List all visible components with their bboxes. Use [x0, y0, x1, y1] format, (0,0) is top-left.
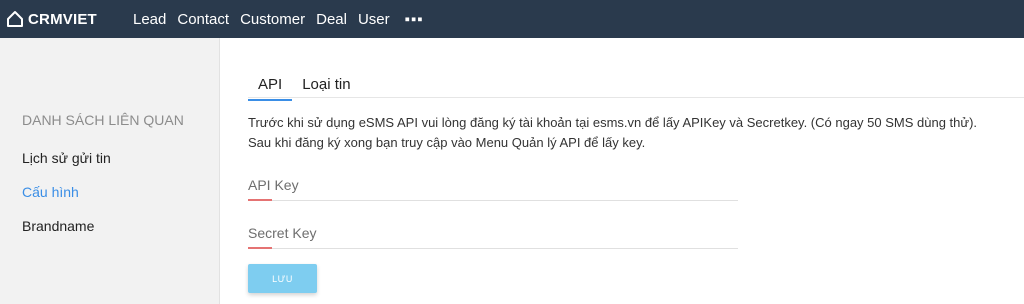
logo[interactable]: CRMVIET	[6, 10, 133, 28]
api-key-underline	[248, 199, 738, 201]
nav-item-lead[interactable]: Lead	[133, 11, 166, 28]
house-icon	[6, 10, 24, 28]
secret-key-field	[248, 223, 738, 249]
secret-key-accent	[248, 247, 272, 249]
tab-divider	[248, 97, 1024, 98]
secret-key-underline	[248, 247, 738, 249]
sidebar-item-brandname[interactable]: Brandname	[22, 218, 94, 234]
nav-item-deal[interactable]: Deal	[316, 11, 347, 28]
secret-key-input[interactable]	[248, 223, 738, 243]
api-key-input[interactable]	[248, 175, 738, 195]
main-nav: Lead Contact Customer Deal User ▪▪▪	[133, 11, 424, 28]
description: Trước khi sử dụng eSMS API vui lòng đăng…	[248, 113, 977, 153]
nav-item-user[interactable]: User	[358, 11, 390, 28]
more-menu-icon[interactable]: ▪▪▪	[405, 11, 424, 28]
save-button[interactable]: LƯU	[248, 264, 317, 293]
api-key-field	[248, 175, 738, 201]
sidebar: DANH SÁCH LIÊN QUAN Lịch sử gửi tin Cấu …	[0, 38, 220, 304]
sidebar-item-send-history[interactable]: Lịch sử gửi tin	[22, 150, 111, 166]
sidebar-item-config[interactable]: Cấu hình	[22, 184, 79, 200]
description-line-2: Sau khi đăng ký xong bạn truy cập vào Me…	[248, 135, 646, 150]
top-navbar: CRMVIET Lead Contact Customer Deal User …	[0, 0, 1024, 38]
description-line-1: Trước khi sử dụng eSMS API vui lòng đăng…	[248, 115, 978, 130]
nav-item-contact[interactable]: Contact	[177, 11, 229, 28]
sidebar-title: DANH SÁCH LIÊN QUAN	[22, 112, 184, 128]
api-key-accent	[248, 199, 272, 201]
nav-item-customer[interactable]: Customer	[240, 11, 305, 28]
logo-text: CRMVIET	[28, 10, 97, 28]
